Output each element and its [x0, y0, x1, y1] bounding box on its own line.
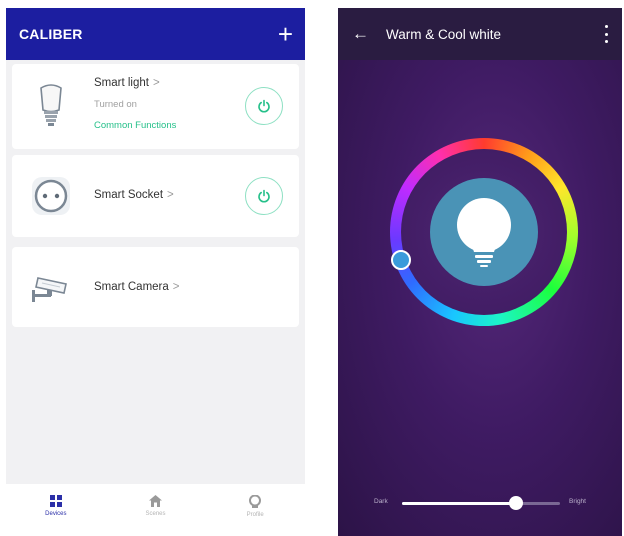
security-camera-icon — [26, 262, 76, 312]
device-card-smart-socket[interactable]: Smart Socket > — [12, 155, 299, 237]
brand-title: CALIBER — [19, 26, 83, 42]
device-name-smart-light[interactable]: Smart light > — [94, 77, 160, 89]
power-icon — [258, 189, 270, 203]
nav-label: Devices — [45, 511, 67, 517]
top-bar: ← Warm & Cool white — [338, 8, 622, 60]
nav-label: Scenes — [145, 511, 166, 517]
dark-label: Dark — [374, 498, 388, 505]
device-status: Turned on — [94, 99, 137, 110]
screen-title: Warm & Cool white — [386, 26, 502, 42]
bottom-navigation: Devices Scenes Profile — [6, 484, 305, 528]
color-picker-knob[interactable] — [391, 250, 411, 270]
brightness-slider[interactable] — [402, 502, 560, 505]
smart-socket-icon — [26, 171, 76, 221]
power-button-smart-socket[interactable] — [245, 177, 283, 215]
device-card-smart-light[interactable]: Smart light > Turned on Common Functions — [12, 64, 299, 149]
user-icon — [249, 494, 262, 508]
grid-icon — [49, 495, 62, 507]
device-card-smart-camera[interactable]: Smart Camera > — [12, 247, 299, 327]
bright-label: Bright — [569, 498, 586, 505]
back-arrow-icon[interactable]: ← — [352, 24, 378, 44]
slider-thumb[interactable] — [508, 496, 523, 510]
nav-label: Profile — [246, 511, 264, 518]
color-wheel[interactable] — [390, 138, 578, 326]
smart-bulb-icon — [26, 80, 76, 130]
nav-profile[interactable]: Profile — [205, 484, 305, 528]
device-name-smart-camera[interactable]: Smart Camera > — [94, 281, 180, 293]
nav-devices[interactable]: Devices — [6, 484, 106, 528]
light-control-screen: ← Warm & Cool white Dark Bright — [338, 8, 622, 536]
nav-scenes[interactable]: Scenes — [106, 484, 206, 528]
devices-screen: CALIBER + Smart light > Turned on Common … — [6, 8, 305, 528]
add-device-plus-icon[interactable]: + — [278, 21, 293, 47]
chevron-right-icon: > — [167, 189, 174, 201]
common-functions-link[interactable]: Common Functions — [94, 120, 176, 131]
more-vertical-icon[interactable] — [600, 25, 612, 43]
app-bar: CALIBER + — [6, 8, 305, 60]
chevron-right-icon: > — [172, 281, 180, 293]
chevron-right-icon: > — [152, 77, 160, 89]
home-icon — [149, 495, 162, 507]
bulb-icon — [457, 198, 511, 267]
power-icon — [258, 99, 270, 113]
brightness-control: Dark Bright — [338, 496, 622, 512]
bulb-toggle-button[interactable] — [430, 178, 538, 286]
power-button-smart-light[interactable] — [245, 87, 283, 125]
slider-fill — [402, 502, 516, 505]
device-name-smart-socket[interactable]: Smart Socket > — [94, 189, 174, 201]
